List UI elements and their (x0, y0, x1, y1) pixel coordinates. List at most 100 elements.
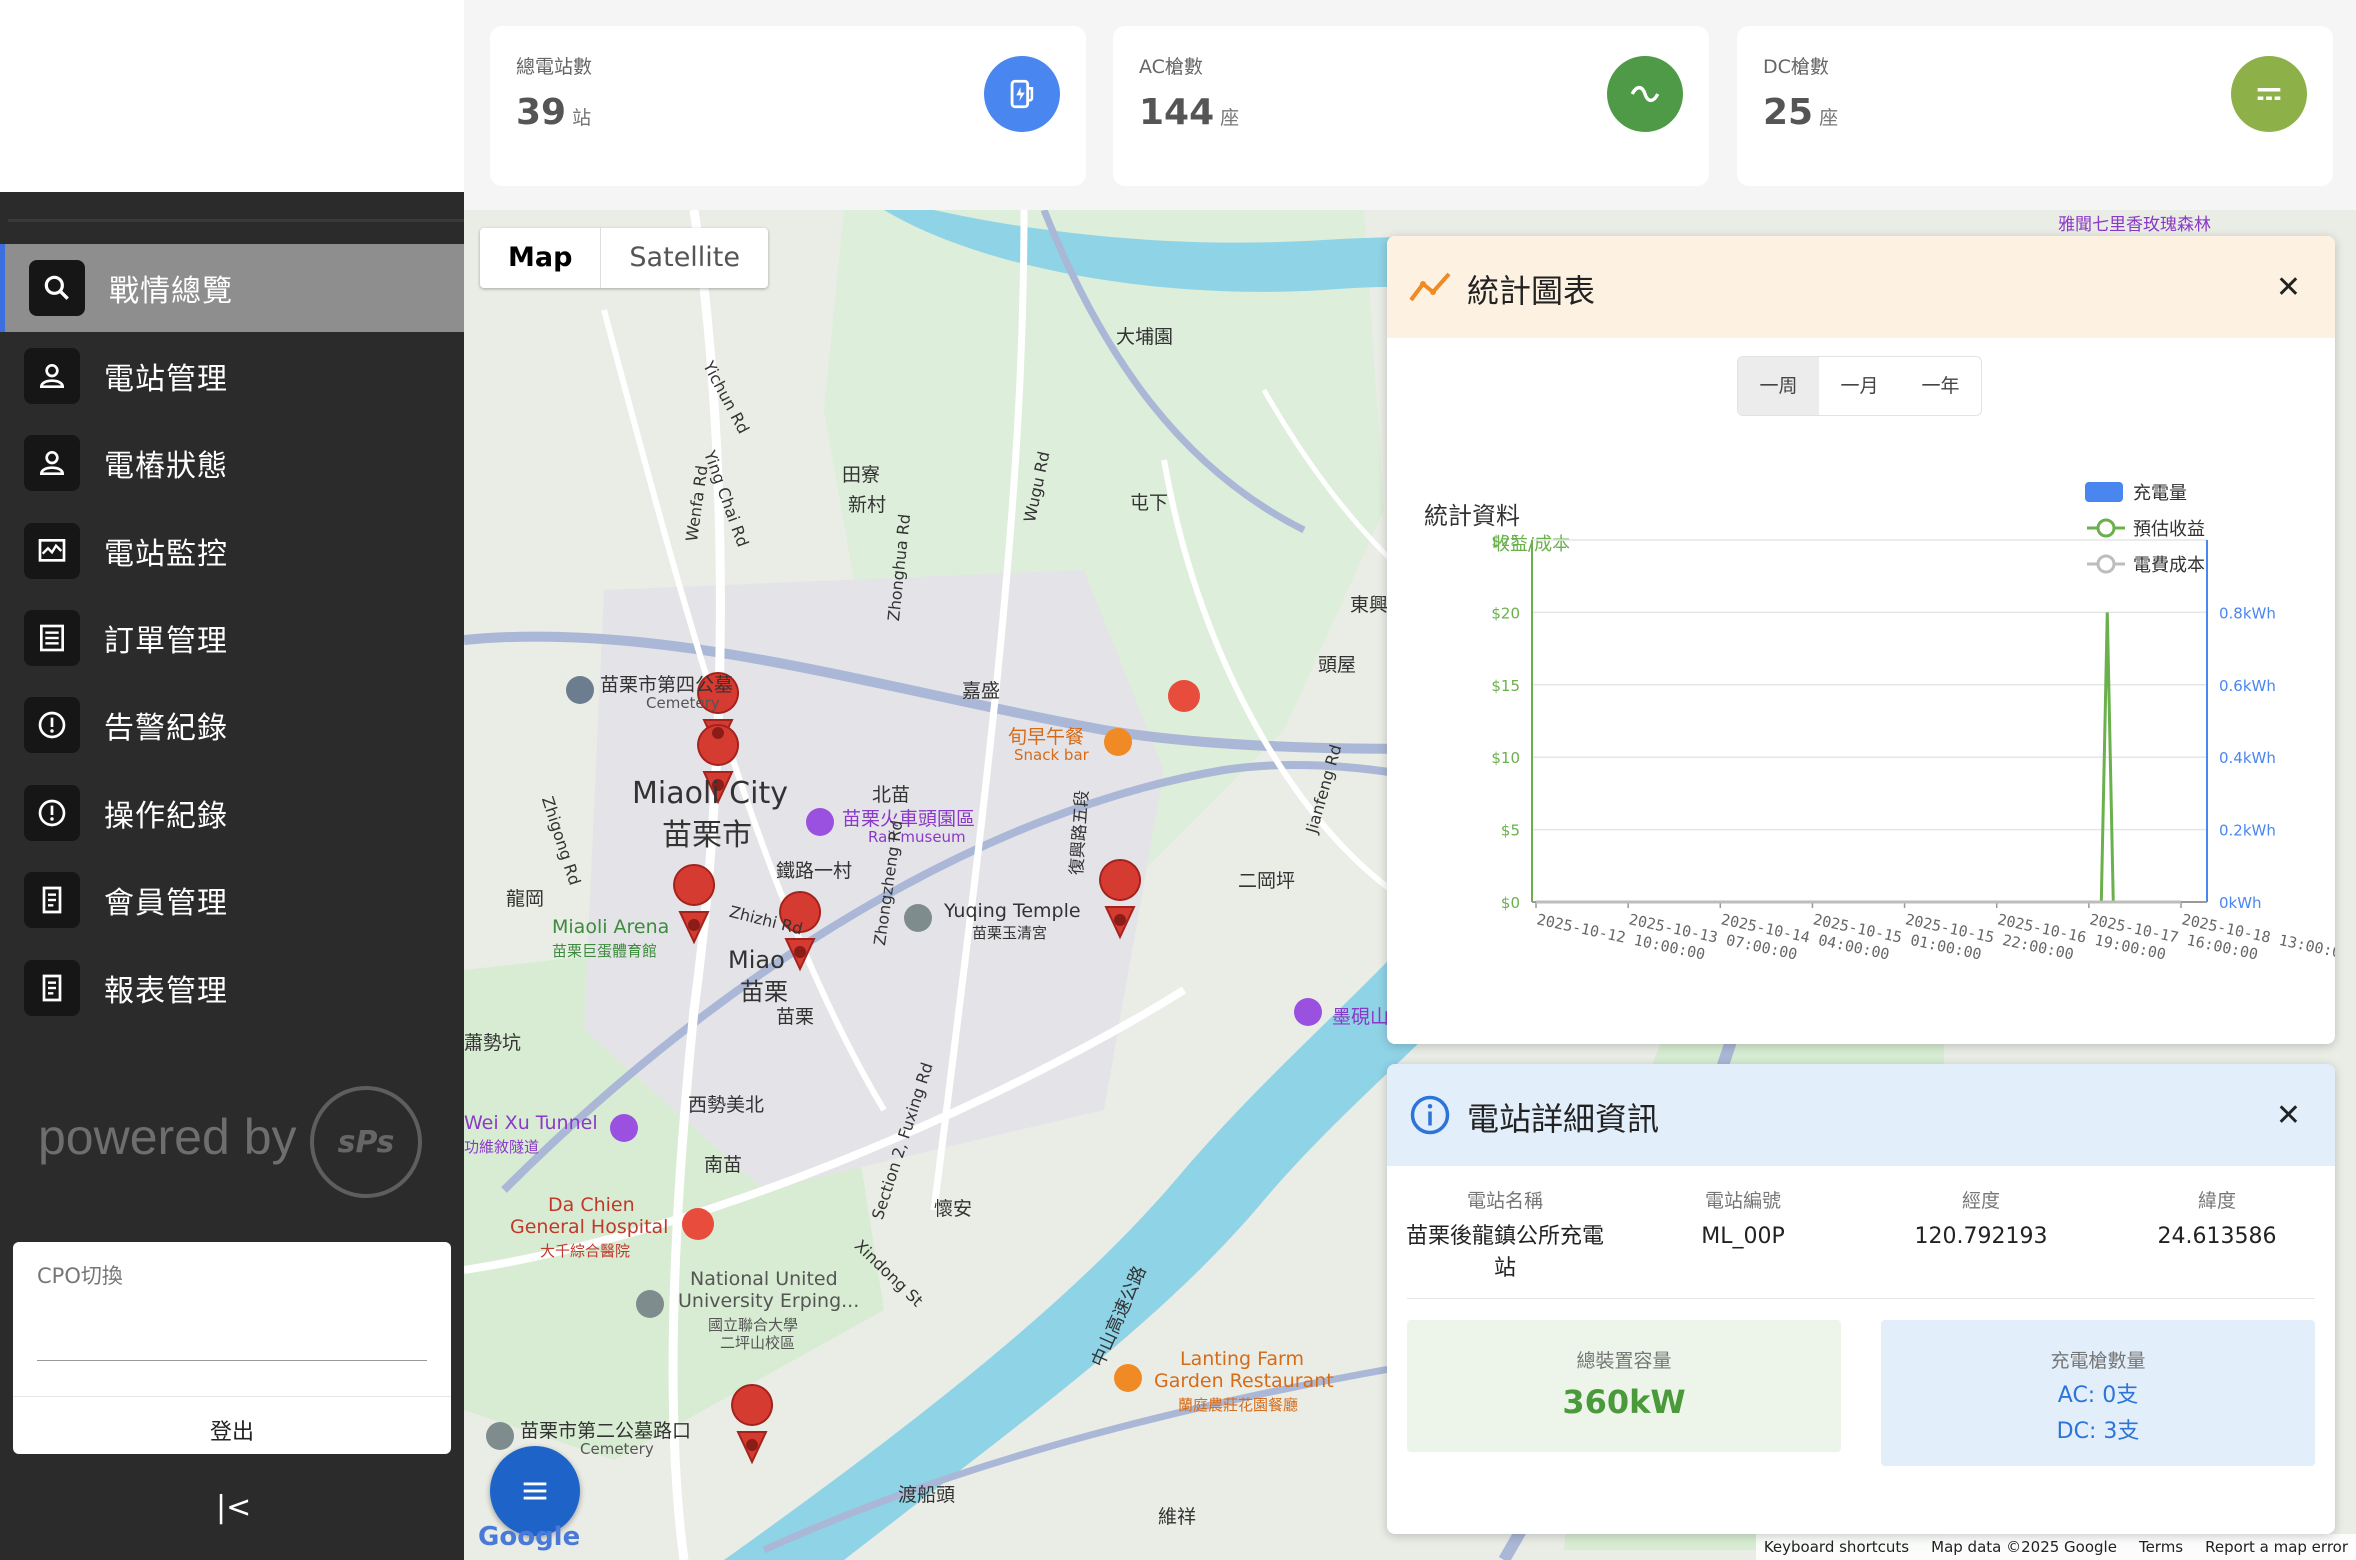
dc-lines-icon (2231, 56, 2307, 132)
map-label-univ-2: University Erping... (678, 1290, 860, 1312)
legend-marker (2096, 518, 2116, 538)
map-label-tianliao: 田寮 (842, 464, 881, 486)
chart-panel-close-button[interactable]: ✕ (2276, 270, 2301, 305)
longitude-label: 經度 (1961, 1190, 2000, 1212)
sidebar-item-7[interactable]: 會員管理 (0, 856, 464, 944)
map-label-rail-museum: 苗栗火車頭園區 (842, 808, 976, 830)
sidebar-item-5[interactable]: 告警紀錄 (0, 681, 464, 769)
sidebar-item-6[interactable]: 操作紀錄 (0, 769, 464, 857)
logout-button[interactable]: 登出 (13, 1414, 451, 1446)
chart-title: 統計資料 (1424, 502, 1520, 530)
stat-card-stations: 總電站數 39 站 (490, 26, 1086, 186)
longitude-value: 120.792193 (1914, 1224, 2048, 1249)
chart-y-tick-right: 0.6kWh (2219, 677, 2276, 695)
stat-value: 25 座 (1763, 92, 1838, 133)
chart-panel-title: 統計圖表 (1467, 272, 1596, 310)
sidebar-item-0[interactable]: 戰情總覽 (0, 244, 464, 332)
map-label-xishi: 西勢美北 (688, 1094, 765, 1116)
sidebar-item-label: 電站監控 (104, 537, 228, 572)
chart-y-tick-right: 0.8kWh (2219, 604, 2276, 622)
map-label-tunxia: 屯下 (1130, 492, 1169, 514)
legend-marker (2096, 554, 2116, 574)
map-label-univ-zh-2: 二坪山校區 (720, 1334, 796, 1352)
detail-panel-title: 電站詳細資訊 (1467, 1100, 1660, 1138)
cpo-select[interactable] (37, 1360, 427, 1361)
report-error-link[interactable]: Report a map error (2205, 1538, 2348, 1556)
range-tab-week[interactable]: 一周 (1738, 357, 1819, 415)
map-label-moyan: 墨硯山 (1332, 1006, 1390, 1028)
station-name-label: 電站名稱 (1466, 1190, 1543, 1212)
google-logo: Google (478, 1522, 581, 1552)
sidebar-item-3[interactable]: 電站監控 (0, 507, 464, 595)
menu-icon (523, 1482, 547, 1500)
map-label-cemetery2-en: Cemetery (580, 1440, 654, 1458)
station-detail-panel: 電站詳細資訊 ✕ 電站名稱 苗栗後龍鎮公所充電站 電站編號 ML_00P 經度 … (1387, 1064, 2335, 1534)
map-label-jiaxin: 嘉盛 (962, 680, 1001, 702)
sidebar-item-8[interactable]: 報表管理 (0, 944, 464, 1032)
map-type-map-button[interactable]: Map (480, 228, 600, 288)
station-name-line1: 苗栗後龍鎮公所充電 (1405, 1224, 1604, 1249)
stat-unit: 座 (1220, 107, 1240, 129)
terms-link[interactable]: Terms (2139, 1538, 2183, 1556)
legend-label: 充電量 (2133, 483, 2187, 504)
map-label-tunnel: Wei Xu Tunnel (464, 1112, 598, 1134)
range-tab-month[interactable]: 一月 (1819, 357, 1900, 415)
map-label-tielu: 鐵路一村 (776, 860, 853, 882)
alert-icon (24, 697, 80, 753)
gun-count-label: 充電槍數量 (2050, 1350, 2146, 1372)
map-label-huaian: 懷安 (934, 1198, 973, 1220)
capacity-box: 總裝置容量 360kW (1407, 1320, 1841, 1452)
document-icon (24, 872, 80, 928)
map-label-hospital-zh: 大千綜合醫院 (540, 1242, 631, 1260)
detail-panel-close-button[interactable]: ✕ (2276, 1098, 2301, 1133)
sidebar-item-2[interactable]: 電樁狀態 (0, 419, 464, 507)
info-icon (1410, 1095, 1450, 1135)
map-label-hospital-2: General Hospital (510, 1216, 669, 1238)
map-type-satellite-button[interactable]: Satellite (600, 228, 768, 288)
stat-title: DC槍數 (1763, 56, 1829, 78)
stats-chart: 統計資料收益/成本$0$5$10$15$20$250kWh0.2kWh0.4kW… (1424, 482, 2335, 964)
sps-logo: sPs (310, 1086, 422, 1198)
chart-y-tick-right: 0.2kWh (2219, 822, 2276, 840)
chart-panel-header: 統計圖表 ✕ (1387, 236, 2335, 338)
stat-number: 39 (516, 92, 567, 133)
stat-number: 25 (1763, 92, 1814, 133)
map-label-snack: Snack bar (1014, 746, 1089, 764)
document-icon (24, 960, 80, 1016)
station-id-value: ML_00P (1701, 1224, 1785, 1249)
sidebar-item-4[interactable]: 訂單管理 (0, 594, 464, 682)
chart-y-tick-left: $20 (1491, 604, 1520, 622)
legend-label: 電費成本 (2133, 555, 2205, 576)
stat-unit: 站 (572, 107, 592, 129)
sidebar-item-label: 電樁狀態 (104, 449, 228, 484)
collapse-sidebar-button[interactable]: |< (216, 1490, 251, 1525)
map-label-lilu: 蕭勢坑 (464, 1032, 522, 1054)
range-tab-year[interactable]: 一年 (1900, 357, 1981, 415)
map-label-hospital-1: Da Chien (548, 1194, 635, 1216)
person-icon (24, 348, 80, 404)
sidebar-item-label: 戰情總覽 (109, 274, 233, 309)
search-icon (29, 260, 85, 316)
map-label-dapu: 大埔園 (1116, 326, 1174, 348)
sidebar-item-label: 告警紀錄 (104, 711, 228, 746)
legend-label: 預估收益 (2133, 519, 2205, 540)
map-label-farm-1: Lanting Farm (1180, 1348, 1304, 1370)
station-id-label: 電站編號 (1704, 1190, 1781, 1212)
chart-y-tick-left: $10 (1491, 749, 1520, 767)
sidebar-item-1[interactable]: 電站管理 (0, 332, 464, 420)
sps-logo-text: sPs (337, 1124, 395, 1160)
map-label-city-zh: 苗栗市 (662, 818, 752, 853)
stat-value: 144 座 (1139, 92, 1239, 133)
sidebar-header (0, 0, 464, 192)
map-data-text: Map data ©2025 Google (1931, 1538, 2117, 1556)
monitor-chart-icon (24, 523, 80, 579)
chart-panel: 統計圖表 ✕ 一周 一月 一年 統計資料收益/成本$0$5$10$15$20$2… (1387, 236, 2335, 1044)
keyboard-shortcuts-link[interactable]: Keyboard shortcuts (1764, 1538, 1909, 1556)
detail-panel-header: 電站詳細資訊 ✕ (1387, 1064, 2335, 1166)
sidebar-item-label: 電站管理 (104, 362, 228, 397)
map-label-cemetery4: 苗栗市第四公墓 (600, 674, 734, 696)
latitude-label: 緯度 (2197, 1190, 2236, 1212)
charging-station-icon (984, 56, 1060, 132)
map-label-univ-1: National United (690, 1268, 838, 1290)
station-name-line2: 站 (1493, 1256, 1516, 1281)
